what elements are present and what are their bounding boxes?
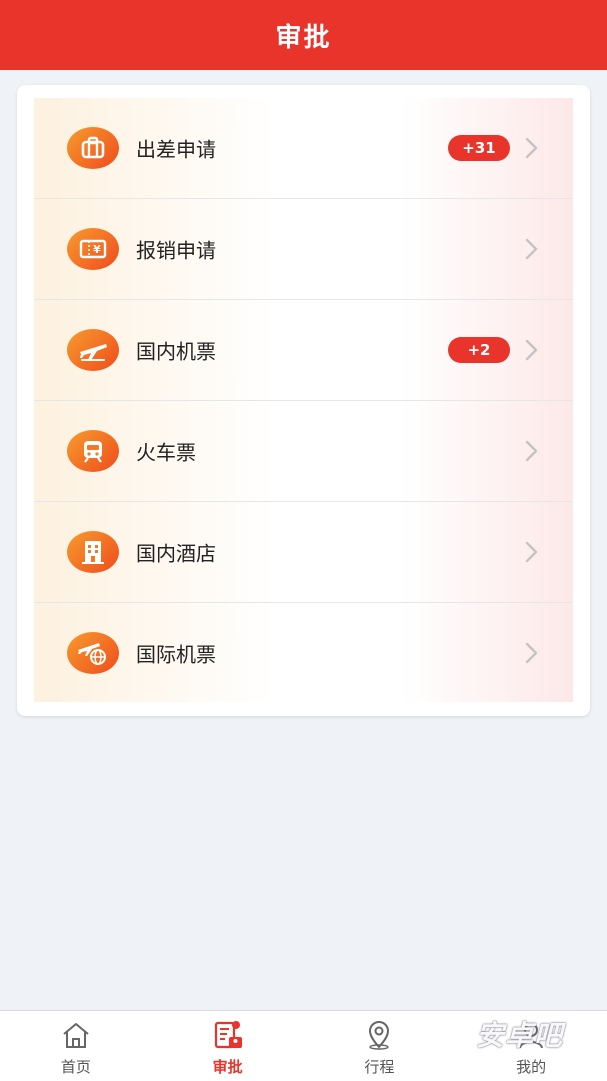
list-item-reimbursement[interactable]: ¥ 报销申请 (34, 199, 573, 300)
tab-home[interactable]: 首页 (0, 1011, 152, 1081)
list-item-domestic-hotel[interactable]: 国内酒店 (34, 502, 573, 603)
list-item-international-flight[interactable]: 国际机票 (34, 603, 573, 703)
page-title: 审批 (275, 22, 332, 53)
location-pin-icon (369, 1021, 390, 1050)
list-item-label: 国际机票 (136, 642, 216, 667)
tab-itinerary[interactable]: 行程 (304, 1011, 456, 1081)
count-badge: +31 (448, 135, 510, 161)
receipt-yen-icon: ¥ (67, 228, 119, 270)
globe-airplane-icon (67, 632, 119, 674)
tab-label: 首页 (60, 1058, 91, 1076)
svg-text:¥: ¥ (93, 243, 101, 256)
home-icon (63, 1023, 89, 1048)
approval-list: 出差申请 +31 ¥ 报销申请 国内机票 +2 火车票 国内酒店 国际机票 (34, 98, 573, 702)
list-item-domestic-flight[interactable]: 国内机票 +2 (34, 300, 573, 401)
chevron-right-icon (525, 339, 538, 361)
approval-card: 出差申请 +31 ¥ 报销申请 国内机票 +2 火车票 国内酒店 国际机票 (17, 85, 590, 716)
watermark-logo: 安卓吧 (476, 1014, 604, 1058)
train-icon (67, 430, 119, 472)
list-item-label: 国内酒店 (136, 541, 216, 566)
chevron-right-icon (525, 238, 538, 260)
chevron-right-icon (525, 440, 538, 462)
list-item-train-ticket[interactable]: 火车票 (34, 401, 573, 502)
count-badge: +2 (448, 337, 510, 363)
suitcase-icon (67, 127, 119, 169)
list-item-label: 国内机票 (136, 339, 216, 364)
approval-document-icon (214, 1021, 242, 1049)
tab-approval[interactable]: 审批 (152, 1011, 304, 1081)
tab-label: 行程 (364, 1058, 395, 1076)
app-header: 审批 (0, 0, 607, 70)
chevron-right-icon (525, 541, 538, 563)
chevron-right-icon (525, 642, 538, 664)
list-item-label: 火车票 (136, 440, 196, 465)
chevron-right-icon (525, 137, 538, 159)
tab-label: 我的 (516, 1058, 547, 1076)
airplane-icon (67, 329, 119, 371)
list-item-label: 报销申请 (136, 238, 216, 263)
hotel-building-icon (67, 531, 119, 573)
list-item-business-trip[interactable]: 出差申请 +31 (34, 98, 573, 199)
watermark-text: 安卓吧 (476, 1019, 564, 1052)
tab-label: 审批 (212, 1058, 243, 1076)
list-item-label: 出差申请 (136, 137, 216, 162)
